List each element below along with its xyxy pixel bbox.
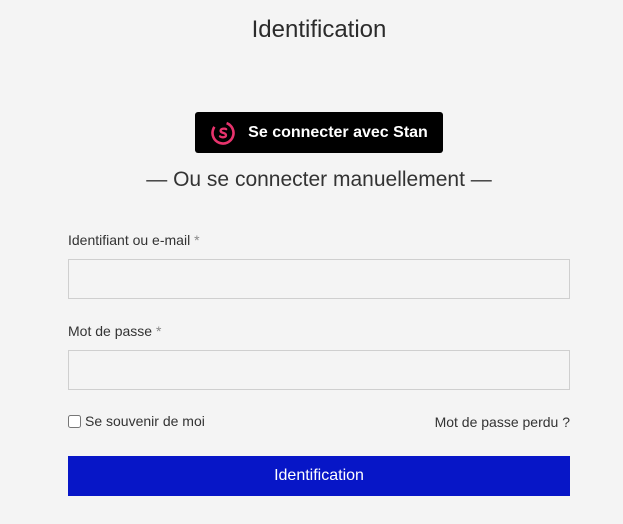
password-label: Mot de passe * [68, 323, 161, 339]
stan-login-label: Se connecter avec Stan [248, 123, 428, 141]
password-field[interactable] [68, 350, 570, 390]
manual-login-separator: — Ou se connecter manuellement — [146, 168, 492, 191]
required-mark: * [155, 323, 162, 339]
required-mark: * [194, 232, 200, 248]
username-label-text: Identifiant ou e-mail [68, 232, 191, 248]
stan-login-button[interactable]: Se connecter avec Stan [195, 112, 443, 153]
remember-me-label: Se souvenir de moi [85, 413, 205, 429]
lost-password-link[interactable]: Mot de passe perdu ? [435, 414, 570, 430]
stan-logo-icon [210, 120, 236, 146]
password-label-text: Mot de passe [68, 323, 153, 339]
page-title: Identification [251, 16, 387, 43]
username-field[interactable] [68, 259, 570, 299]
login-submit-button[interactable]: Identification [68, 456, 570, 496]
remember-me[interactable]: Se souvenir de moi [68, 413, 205, 429]
remember-me-checkbox[interactable] [68, 414, 81, 428]
username-label: Identifiant ou e-mail * [68, 232, 200, 248]
